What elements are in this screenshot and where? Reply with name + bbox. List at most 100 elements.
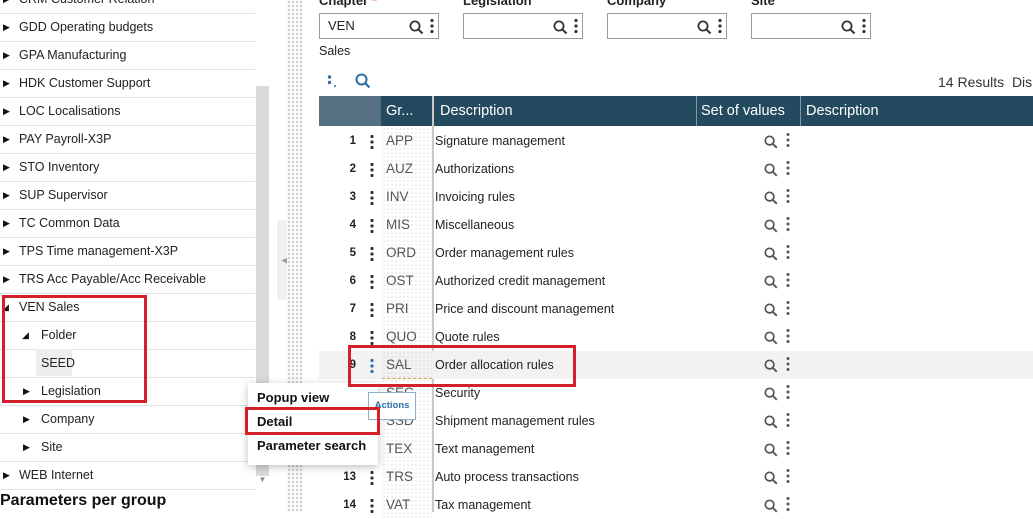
tree-item-ven[interactable]: ◢ VEN Sales [0,294,255,322]
search-icon[interactable] [764,135,778,152]
group-code-cell[interactable]: SAL [382,351,432,379]
kebab-menu-icon[interactable] [786,272,790,291]
expand-arrow-icon[interactable]: ▶ [3,266,10,293]
group-code-cell[interactable]: MIS [382,211,432,239]
tree-item-tps[interactable]: ▶ TPS Time management-X3P [0,238,255,266]
group-code-cell[interactable]: OST [382,267,432,295]
kebab-menu-icon[interactable] [786,384,790,403]
expand-arrow-icon[interactable]: ▶ [3,70,10,97]
table-row[interactable]: 11SSDShipment management rules [319,407,1033,435]
search-icon[interactable] [764,275,778,292]
expand-arrow-icon[interactable]: ▶ [23,434,30,461]
expand-arrow-icon[interactable]: ▶ [3,0,10,13]
search-icon[interactable] [764,191,778,208]
kebab-menu-icon[interactable] [786,328,790,347]
group-code-cell[interactable]: QUO [382,323,432,351]
menu-item-popup-view[interactable]: Popup view [257,390,329,405]
kebab-menu-icon[interactable] [786,496,790,515]
row-actions-kebab-icon[interactable] [370,302,374,321]
kebab-menu-icon[interactable] [786,244,790,263]
tree-item-pay[interactable]: ▶ PAY Payroll-X3P [0,126,255,154]
table-row[interactable]: 3 INV Invoicing rules [319,183,1033,211]
tree-item-web[interactable]: ▶ WEB Internet [0,462,255,490]
expand-arrow-icon[interactable]: ▶ [3,126,10,153]
kebab-menu-icon[interactable] [862,18,866,42]
collapse-arrow-icon[interactable]: ◢ [2,294,9,321]
row-actions-kebab-icon[interactable] [370,274,374,293]
table-row[interactable]: 13 TRS Auto process transactions [319,463,1033,491]
kebab-menu-icon[interactable] [786,356,790,375]
table-row[interactable]: 2 AUZ Authorizations [319,155,1033,183]
kebab-menu-icon[interactable] [786,412,790,431]
row-actions-kebab-icon[interactable] [370,330,374,349]
search-icon[interactable] [553,19,568,43]
search-icon[interactable] [841,19,856,43]
kebab-menu-icon[interactable] [786,188,790,207]
group-code-cell[interactable]: ORD [382,239,432,267]
row-actions-kebab-icon[interactable] [370,190,374,209]
expand-arrow-icon[interactable]: ▶ [23,406,30,433]
kebab-menu-icon[interactable] [786,300,790,319]
table-row[interactable]: 4 MIS Miscellaneous [319,211,1033,239]
row-actions-kebab-icon[interactable] [370,134,374,153]
table-row[interactable]: 7 PRI Price and discount management [319,295,1033,323]
table-row[interactable]: 10SECSecurity [319,379,1033,407]
menu-item-detail[interactable]: Detail [257,414,292,429]
tree-item-company[interactable]: ▶ Company [0,406,255,434]
row-actions-kebab-icon[interactable] [370,218,374,237]
table-row[interactable]: 9 SAL Order allocation rules [319,351,1033,379]
search-icon[interactable] [764,247,778,264]
kebab-menu-icon[interactable] [430,18,434,42]
column-header-group[interactable]: Gr... [386,96,432,126]
expand-arrow-icon[interactable]: ▶ [23,378,30,405]
search-icon[interactable] [764,387,778,404]
tree-item-crm[interactable]: ▶ CRM Customer Relation [0,0,255,14]
kebab-menu-icon[interactable] [786,160,790,179]
table-row[interactable]: 5 ORD Order management rules [319,239,1033,267]
tree-item-tc[interactable]: ▶ TC Common Data [0,210,255,238]
chapter-field[interactable]: VEN [319,13,439,39]
grid-search-icon[interactable] [355,73,371,94]
legislation-field[interactable] [463,13,583,39]
group-code-cell[interactable]: PRI [382,295,432,323]
expand-arrow-icon[interactable]: ▶ [3,98,10,125]
scroll-down-icon[interactable]: ▼ [256,473,269,487]
grid-actions-kebab-icon[interactable] [327,74,337,95]
kebab-menu-icon[interactable] [718,18,722,42]
kebab-menu-icon[interactable] [786,132,790,151]
search-icon[interactable] [764,359,778,376]
group-code-cell[interactable]: TEX [382,435,432,463]
group-code-cell[interactable]: TRS [382,463,432,491]
column-header-set-of-values[interactable]: Set of values [701,96,801,126]
table-row[interactable]: 14 VAT Tax management [319,491,1033,519]
row-actions-kebab-icon[interactable] [370,162,374,181]
search-icon[interactable] [764,415,778,432]
tree-item-legislation[interactable]: ▶ Legislation [0,378,255,406]
row-actions-kebab-icon[interactable] [370,498,374,517]
tree-item-loc[interactable]: ▶ LOC Localisations [0,98,255,126]
tree-item-hdk[interactable]: ▶ HDK Customer Support [0,70,255,98]
row-actions-kebab-icon[interactable] [370,358,374,377]
tree-item-sto[interactable]: ▶ STO Inventory [0,154,255,182]
tree-item-trs[interactable]: ▶ TRS Acc Payable/Acc Receivable [0,266,255,294]
search-icon[interactable] [764,331,778,348]
row-actions-kebab-icon[interactable] [370,246,374,265]
table-row[interactable]: 12TEXText management [319,435,1033,463]
search-icon[interactable] [409,19,424,43]
kebab-menu-icon[interactable] [786,468,790,487]
search-icon[interactable] [764,163,778,180]
site-field[interactable] [751,13,871,39]
expand-arrow-icon[interactable]: ▶ [3,154,10,181]
expand-arrow-icon[interactable]: ▶ [3,238,10,265]
tree-item-seed[interactable]: SEED [0,350,255,378]
search-icon[interactable] [764,499,778,516]
tree-item-site[interactable]: ▶ Site [0,434,255,462]
search-icon[interactable] [764,303,778,320]
search-icon[interactable] [764,443,778,460]
expand-arrow-icon[interactable]: ▶ [3,462,10,489]
tree-item-gdd[interactable]: ▶ GDD Operating budgets [0,14,255,42]
group-code-cell[interactable]: VAT [382,491,432,519]
display-menu-link[interactable]: Dis [1012,74,1032,90]
collapse-arrow-icon[interactable]: ◢ [22,322,29,349]
kebab-menu-icon[interactable] [786,440,790,459]
